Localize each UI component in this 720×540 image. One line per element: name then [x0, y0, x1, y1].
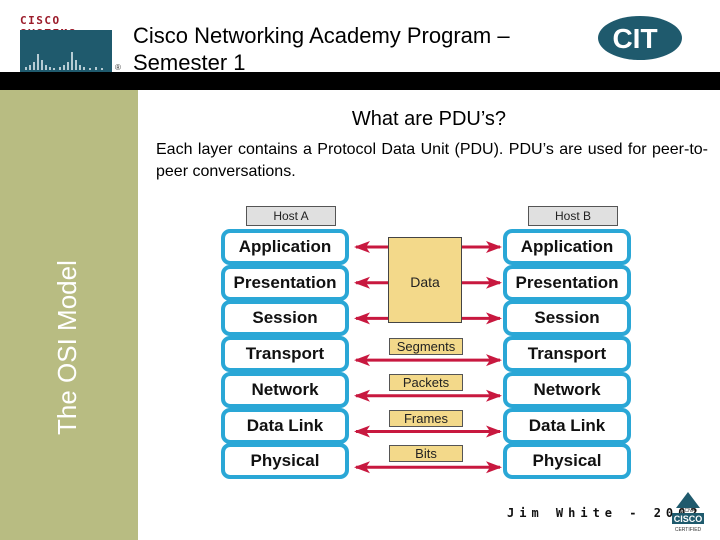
arrows-layer	[354, 241, 502, 474]
badge-cisco-text: CISCO	[674, 514, 703, 524]
ccna-certified-badge: CCNA CISCO CERTIFIED	[668, 490, 716, 535]
pdu-label-segments: Segments	[389, 338, 463, 356]
osi-pdu-diagram: Host A Host B Application Presentation Ses…	[0, 0, 720, 540]
pdu-label-packets: Packets	[389, 373, 463, 391]
badge-bottom-text: CERTIFIED	[675, 527, 702, 533]
pdu-label-frames: Frames	[389, 409, 463, 427]
pdu-label-bits: Bits	[389, 445, 463, 463]
data-pdu-box: Data	[388, 237, 462, 323]
